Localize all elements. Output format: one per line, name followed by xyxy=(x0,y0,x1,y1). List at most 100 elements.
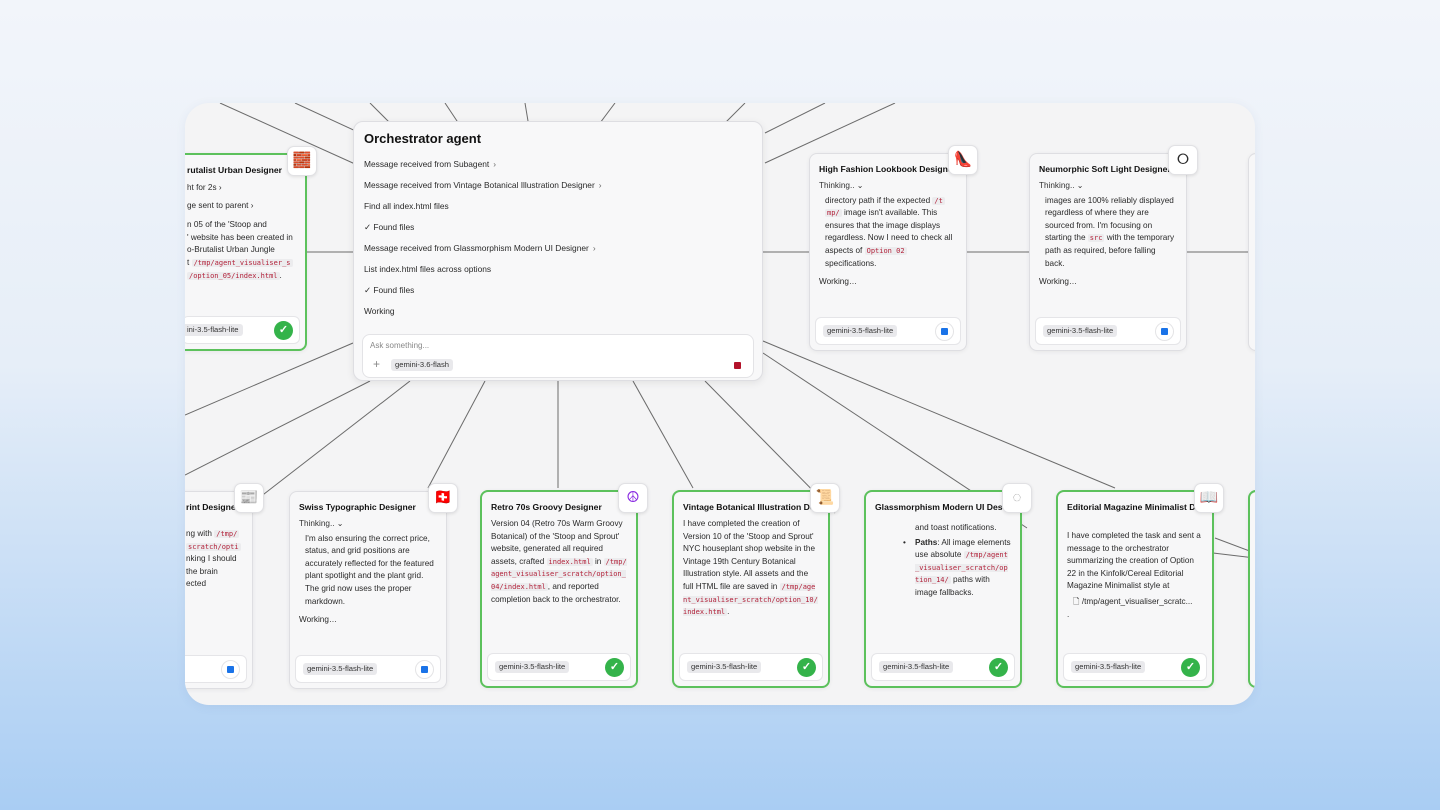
agent-card-glassmorphism[interactable]: Glassmorphism Modern UI Des ◌ and toast … xyxy=(864,483,1032,688)
done-check-icon: ✓ xyxy=(274,321,293,340)
agent-card-neumorphic[interactable]: Neumorphic Soft Light Designer ⭘ Thinkin… xyxy=(1029,145,1198,351)
card-footer: gemini-3.5-flash-lite ✓ xyxy=(871,653,1015,681)
chevron-right-icon: › xyxy=(493,159,497,169)
done-check-icon: ✓ xyxy=(989,658,1008,677)
stop-icon xyxy=(421,666,428,673)
agent-card-offscreen[interactable] xyxy=(1248,490,1255,688)
log-item[interactable]: Message received from Subagent › xyxy=(364,158,752,179)
card-title: High Fashion Lookbook Designer xyxy=(819,164,956,174)
agent-card-print[interactable]: rint Designe 📰 ng with /tmp/ scratch/opt… xyxy=(185,483,264,689)
card-footer: gemini-3.5-flash-lite xyxy=(295,655,441,683)
log-item[interactable]: Message received from Vintage Botanical … xyxy=(364,179,752,200)
message-sent[interactable]: ge sent to parent › xyxy=(187,200,296,213)
card-title: Retro 70s Groovy Designer xyxy=(491,502,602,512)
log-item[interactable]: Message received from Glassmorphism Mode… xyxy=(364,242,752,263)
model-label: gemini-3.5-flash-lite xyxy=(879,661,954,673)
orchestrator-log: Message received from Subagent › Message … xyxy=(364,158,752,326)
stop-button[interactable] xyxy=(935,322,954,341)
thinking-toggle[interactable]: Thinking.. ⌄ xyxy=(819,180,957,193)
card-footer xyxy=(185,655,247,683)
log-item: Find all index.html files xyxy=(364,201,449,211)
edge xyxy=(632,380,694,489)
log-item: Working xyxy=(364,306,395,316)
agent-card-vintage[interactable]: Vintage Botanical Illustration De 📜 I ha… xyxy=(672,483,840,688)
card-title: Swiss Typographic Designer xyxy=(299,502,416,512)
card-footer: gemini-3.5-flash-lite xyxy=(815,317,961,345)
working-status: Working… xyxy=(299,615,338,625)
ring-icon: ⭘ xyxy=(1168,145,1198,175)
agent-card-brutalist[interactable]: rutalist Urban Designer 🧱 ht for 2s › ge… xyxy=(185,146,317,351)
agent-card-swiss[interactable]: Swiss Typographic Designer 🇨🇭 Thinking..… xyxy=(289,483,458,689)
stop-button[interactable] xyxy=(1155,322,1174,341)
chevron-right-icon: › xyxy=(598,180,602,190)
newspaper-icon: 📰 xyxy=(234,483,264,513)
high-heel-icon: 👠 xyxy=(948,145,978,175)
agent-card-editorial[interactable]: Editorial Magazine Minimalist D 📖 I have… xyxy=(1056,483,1224,688)
working-status: Working… xyxy=(1039,277,1078,287)
model-label: ini-3.5-flash-lite xyxy=(185,324,243,336)
log-item: ✓ Found files xyxy=(364,285,415,295)
edge xyxy=(427,380,486,489)
model-label: gemini-3.5-flash-lite xyxy=(687,661,762,673)
agent-card-high-fashion[interactable]: High Fashion Lookbook Designer 👠 Thinkin… xyxy=(809,145,978,351)
thought-text: images are 100% reliably displayed regar… xyxy=(1045,195,1175,268)
model-label: gemini-3.5-flash-lite xyxy=(303,663,378,675)
file-link[interactable]: 🗋 /tmp/agent_visualiser_scratc... xyxy=(1067,596,1203,609)
card-footer: gemini-3.5-flash-lite ✓ xyxy=(1063,653,1207,681)
card-footer: gemini-3.5-flash-lite xyxy=(1035,317,1181,345)
model-selector[interactable]: gemini-3.6-flash xyxy=(391,359,454,371)
working-status: Working… xyxy=(819,277,858,287)
stop-button[interactable] xyxy=(221,660,240,679)
model-label: gemini-3.5-flash-lite xyxy=(1071,661,1146,673)
card-title: Editorial Magazine Minimalist D xyxy=(1067,502,1196,512)
card-title: Neumorphic Soft Light Designer xyxy=(1039,164,1171,174)
agent-card-offscreen[interactable] xyxy=(1248,153,1255,351)
done-check-icon: ✓ xyxy=(605,658,624,677)
result-text: I have completed the creation of Version… xyxy=(683,519,818,617)
card-footer: ini-3.5-flash-lite ✓ xyxy=(185,316,300,344)
chevron-right-icon: › xyxy=(592,243,596,253)
thought-text: I'm also ensuring the correct price, sta… xyxy=(305,533,434,606)
agent-graph-canvas[interactable]: rutalist Urban Designer 🧱 ht for 2s › ge… xyxy=(185,103,1255,705)
result-text: I have completed the task and sent a mes… xyxy=(1067,530,1203,621)
model-label: gemini-3.5-flash-lite xyxy=(823,325,898,337)
done-check-icon: ✓ xyxy=(797,658,816,677)
stop-icon xyxy=(227,666,234,673)
orchestrator-input-box[interactable]: Ask something... + gemini-3.6-flash xyxy=(362,334,754,378)
done-check-icon: ✓ xyxy=(1181,658,1200,677)
agent-card-retro[interactable]: Retro 70s Groovy Designer ☮ Version 04 (… xyxy=(480,483,648,688)
card-title: rutalist Urban Designer xyxy=(187,165,283,175)
result-text: n 05 of the 'Stoop and ' website has bee… xyxy=(187,220,293,280)
thinking-toggle[interactable]: Thinking.. ⌄ xyxy=(299,518,437,531)
log-item: ✓ Found files xyxy=(364,222,415,232)
stop-icon xyxy=(1161,328,1168,335)
stop-icon[interactable] xyxy=(734,362,741,369)
plus-icon[interactable]: + xyxy=(373,358,380,370)
card-footer: gemini-3.5-flash-lite ✓ xyxy=(487,653,631,681)
model-label: gemini-3.5-flash-lite xyxy=(1043,325,1118,337)
open-book-icon: 📖 xyxy=(1194,483,1224,513)
stop-button[interactable] xyxy=(415,660,434,679)
edge xyxy=(254,380,411,502)
glass-bubbles-icon: ◌ xyxy=(1002,483,1032,513)
file-icon: 🗋 xyxy=(1073,596,1080,606)
result-text: and toast notifications. • Paths: All im… xyxy=(903,523,1011,597)
edge xyxy=(185,342,354,416)
swiss-flag-icon: 🇨🇭 xyxy=(428,483,458,513)
thought-duration[interactable]: ht for 2s › xyxy=(187,182,296,195)
thinking-toggle[interactable]: Thinking.. ⌄ xyxy=(1039,180,1177,193)
thought-text: ng with /tmp/ scratch/opti nking I shoul… xyxy=(186,529,241,589)
stop-icon xyxy=(941,328,948,335)
edge xyxy=(762,340,1116,489)
ask-input[interactable]: Ask something... xyxy=(370,341,429,350)
edge xyxy=(185,380,371,476)
result-text: Version 04 (Retro 70s Warm Groovy Botani… xyxy=(491,519,627,604)
orchestrator-panel[interactable]: Orchestrator agent Message received from… xyxy=(353,121,763,381)
model-label: gemini-3.5-flash-lite xyxy=(495,661,570,673)
peace-icon: ☮ xyxy=(618,483,648,513)
log-item: List index.html files across options xyxy=(364,264,492,274)
card-title: Vintage Botanical Illustration De xyxy=(683,502,815,512)
orchestrator-title: Orchestrator agent xyxy=(364,131,482,146)
card-footer: gemini-3.5-flash-lite ✓ xyxy=(679,653,823,681)
card-title: Glassmorphism Modern UI Des xyxy=(875,502,1003,512)
